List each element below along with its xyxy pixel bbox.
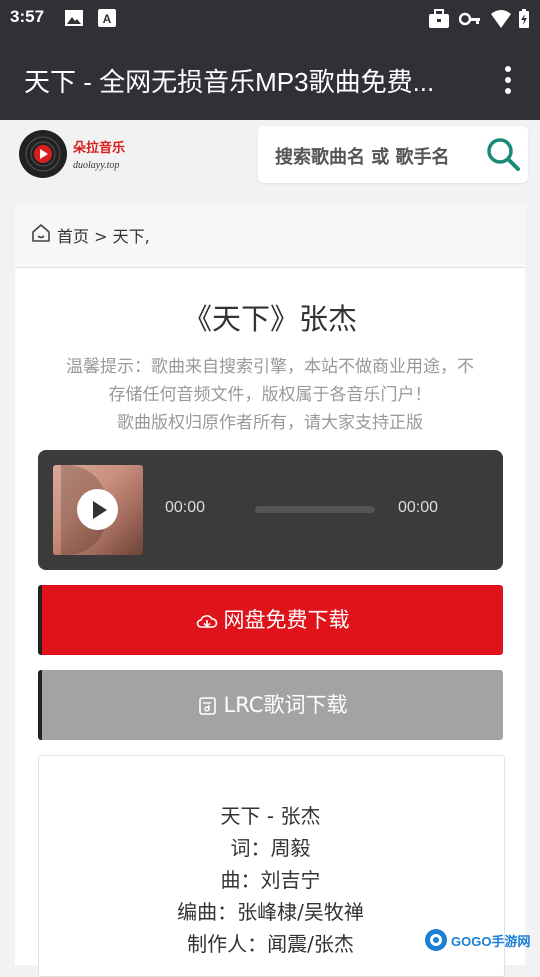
breadcrumb-text[interactable]: 首页 > 天下, bbox=[57, 223, 150, 247]
wifi-icon bbox=[491, 10, 511, 28]
logo-name: 朵拉音乐 bbox=[73, 140, 125, 156]
notice-line: 歌曲版权归原作者所有，请大家支持正版 bbox=[117, 413, 423, 433]
search-icon[interactable] bbox=[485, 136, 521, 172]
cloud-download-icon bbox=[196, 615, 217, 628]
lyric-line: 词：周毅 bbox=[230, 836, 311, 860]
progress-track[interactable] bbox=[255, 506, 375, 513]
song-title: 《天下》张杰 bbox=[182, 302, 357, 336]
search-box[interactable]: 搜索歌曲名 或 歌手名 bbox=[258, 126, 528, 183]
more-options-icon[interactable] bbox=[498, 66, 518, 96]
notice-line: 温馨提示：歌曲来自搜索引擎，本站不做商业用途，不 bbox=[66, 357, 474, 377]
status-bar: 3:57 A bbox=[0, 0, 540, 36]
watermark-text: GOGO手游网 bbox=[451, 934, 530, 949]
play-button[interactable] bbox=[77, 489, 118, 530]
download-label: 网盘免费下载 bbox=[223, 608, 350, 632]
site-watermark: GOGO手游网 bbox=[425, 929, 530, 951]
search-placeholder: 搜索歌曲名 或 歌手名 bbox=[275, 147, 450, 168]
breadcrumb: 首页 > 天下, bbox=[15, 205, 525, 268]
notice-line: 存储任何音频文件，版权属于各音乐门户！ bbox=[108, 385, 432, 405]
app-bar: 天下 - 全网无损音乐MP3歌曲免费... bbox=[0, 36, 540, 120]
briefcase-icon bbox=[429, 9, 449, 28]
lyrics-file-icon bbox=[198, 697, 216, 715]
lyric-line: 天下 - 张杰 bbox=[220, 804, 321, 828]
lyric-line: 编曲：张峰棣/吴牧禅 bbox=[177, 900, 364, 924]
vpn-key-icon bbox=[459, 12, 480, 26]
status-time: 3:57 bbox=[10, 7, 45, 26]
image-notification-icon bbox=[65, 10, 83, 26]
download-button[interactable]: 网盘免费下载 bbox=[38, 585, 503, 655]
home-icon[interactable] bbox=[30, 222, 52, 244]
lrc-label: LRC歌词下载 bbox=[223, 693, 348, 717]
current-time: 00:00 bbox=[165, 499, 206, 516]
site-logo[interactable]: 朵拉音乐 duolayy.top bbox=[18, 128, 138, 180]
font-notification-icon: A bbox=[98, 9, 116, 27]
lrc-download-button[interactable]: LRC歌词下载 bbox=[38, 670, 503, 740]
app-title: 天下 - 全网无损音乐MP3歌曲免费... bbox=[24, 67, 435, 97]
logo-domain: duolayy.top bbox=[73, 160, 119, 171]
lyric-line: 曲：刘吉宁 bbox=[220, 868, 321, 892]
total-time: 00:00 bbox=[398, 499, 439, 516]
battery-icon bbox=[519, 9, 529, 28]
svg-text:A: A bbox=[103, 12, 112, 26]
